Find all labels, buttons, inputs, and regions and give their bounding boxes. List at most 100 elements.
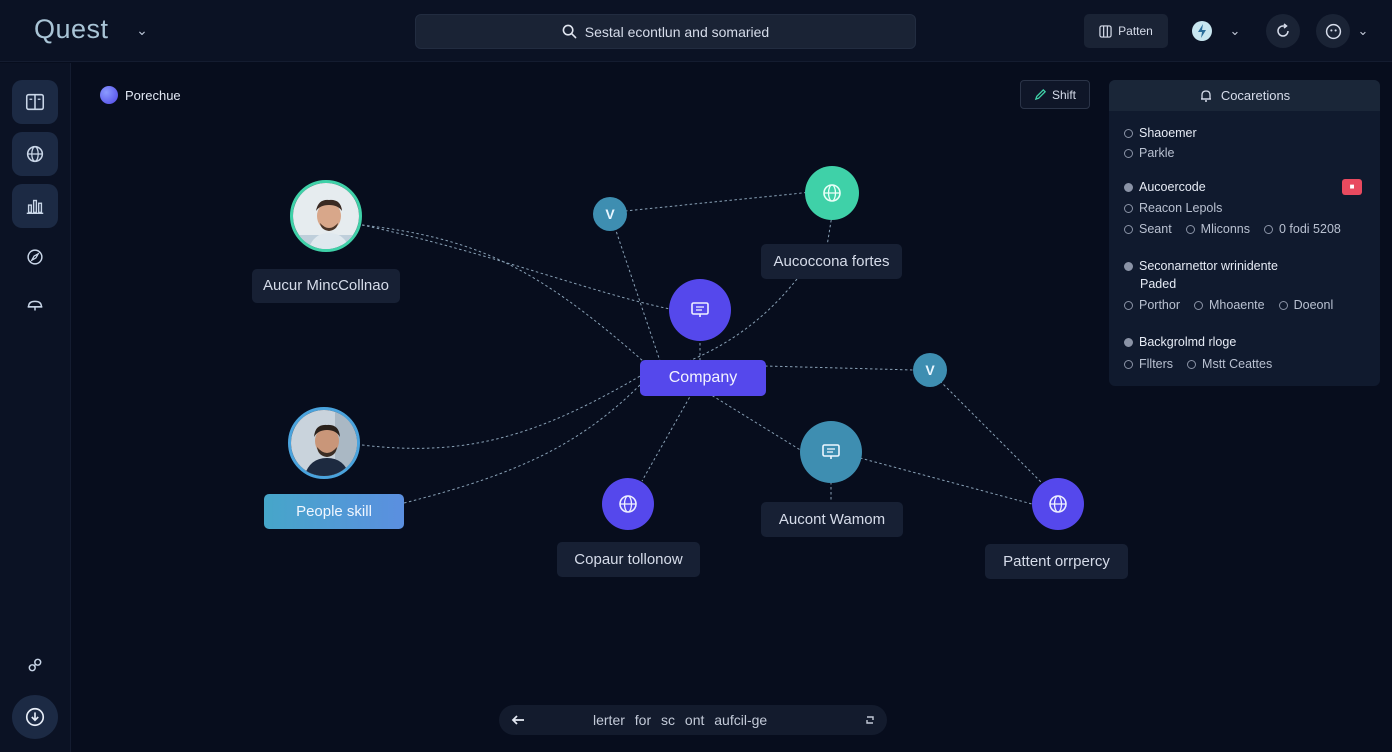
panel-item-row: Porthor Mhoaente Doeonl: [1124, 298, 1333, 312]
chevron-down-icon[interactable]: ⌄: [1354, 22, 1372, 40]
panel-option[interactable]: Mhoaente: [1209, 298, 1265, 312]
search-icon: [562, 24, 577, 39]
radio-icon: [1124, 182, 1133, 192]
radio-icon: [1124, 224, 1133, 234]
globe-icon: [1049, 495, 1067, 513]
monitor-icon: [691, 302, 709, 317]
search-text: Sestal econtlun and somaried: [584, 23, 770, 40]
panel-option[interactable]: Seant: [1139, 222, 1172, 236]
small-node[interactable]: V: [913, 353, 947, 387]
globe-icon: [26, 145, 44, 163]
shift-label: Shift: [1051, 87, 1076, 102]
teal-node[interactable]: [805, 166, 859, 220]
node-label-person[interactable]: Aucur MincCollnao: [252, 269, 400, 303]
panel-option[interactable]: Porthor: [1139, 298, 1180, 312]
panel-option[interactable]: 0 fodi 5208: [1279, 222, 1341, 236]
panel-item[interactable]: Parkle: [1124, 146, 1174, 160]
radio-icon: [1124, 148, 1133, 158]
pencil-icon: [1034, 88, 1047, 101]
violet-node[interactable]: [1032, 478, 1084, 530]
grid-icon: [1099, 24, 1112, 38]
blue-node[interactable]: [800, 421, 862, 483]
chevron-down-icon[interactable]: ⌄: [132, 20, 152, 40]
app-root: Quest ⌄ Sestal econtlun and somaried Pat…: [0, 0, 1392, 752]
cloud-icon: [27, 300, 43, 311]
radio-icon: [1194, 300, 1203, 310]
brand-name: Quest: [34, 14, 109, 44]
rail-item-chart[interactable]: [12, 184, 58, 228]
bottom-command-bar[interactable]: lerter for sc ont aufcil-ge: [499, 705, 887, 735]
top-bar: Quest ⌄ Sestal econtlun and somaried Pat…: [0, 0, 1392, 62]
radio-icon: [1124, 300, 1133, 310]
top-action-label: Patten: [1118, 24, 1153, 38]
search-bar[interactable]: Sestal econtlun and somaried: [415, 14, 916, 49]
small-node[interactable]: V: [593, 197, 627, 231]
status-toggle[interactable]: [1190, 19, 1214, 43]
user-icon: [1325, 23, 1341, 39]
bar-chart-icon: [26, 199, 44, 215]
rail-item-compass[interactable]: [12, 235, 58, 279]
rail-item-book[interactable]: [12, 80, 58, 124]
avatar[interactable]: [288, 407, 360, 479]
panel-title: Cocaretions: [1220, 88, 1291, 103]
monitor-icon: [822, 444, 840, 459]
panel-option[interactable]: Mliconns: [1201, 222, 1250, 236]
avatar[interactable]: [290, 180, 362, 252]
panel-item-row: Fllters Mstt Ceattes: [1124, 357, 1272, 371]
panel-header: Cocaretions: [1109, 80, 1380, 111]
node-label-bottom-mid[interactable]: Copaur tollonow: [557, 542, 700, 577]
panel-section-title[interactable]: Seconarnettor wrinidente: [1124, 259, 1278, 273]
rail-item-globe[interactable]: [12, 132, 58, 176]
chevron-down-icon[interactable]: ⌄: [1226, 22, 1244, 40]
radio-icon: [1187, 359, 1197, 369]
bottom-bar-text: lerter for sc ont aufcil-ge: [593, 712, 768, 728]
rail-item-download[interactable]: [12, 695, 58, 739]
link-icon: [28, 658, 42, 672]
panel-item-row: Seant Mliconns 0 fodi 5208: [1124, 222, 1341, 236]
bolt-badge-icon: [1192, 21, 1212, 41]
globe-icon: [619, 495, 637, 513]
history-button[interactable]: [1266, 14, 1300, 48]
radio-icon: [1124, 203, 1133, 213]
radio-icon: [1278, 300, 1288, 310]
panel-item[interactable]: Reacon Lepols: [1124, 201, 1222, 215]
panel-option[interactable]: Doeonl: [1294, 298, 1334, 312]
central-node-label[interactable]: Company: [640, 360, 766, 396]
panel-section-title[interactable]: Aucoercode: [1124, 180, 1206, 194]
profile-button[interactable]: [1316, 14, 1350, 48]
compass-icon: [27, 249, 43, 265]
panel-item[interactable]: Paded: [1140, 277, 1176, 291]
node-label-top-right[interactable]: Aucoccona fortes: [761, 244, 902, 279]
panel-section-title[interactable]: Shaoemer: [1124, 126, 1197, 140]
v-glyph: V: [925, 362, 935, 378]
radio-icon: [1124, 261, 1133, 271]
status-badge: ■: [1342, 179, 1362, 195]
panel-option[interactable]: Mstt Ceattes: [1202, 357, 1272, 371]
download-circle-icon: [25, 707, 45, 727]
book-icon: [25, 93, 45, 111]
refresh-icon: [1277, 23, 1289, 37]
radio-icon: [1264, 224, 1273, 234]
node-label-far-right[interactable]: Pattent orrpercy: [985, 544, 1128, 579]
radio-icon: [1124, 359, 1133, 369]
shift-button[interactable]: Shift: [1020, 80, 1090, 109]
radio-icon: [1124, 128, 1133, 138]
violet-node[interactable]: [602, 478, 654, 530]
left-rail: [0, 63, 71, 752]
v-glyph: V: [605, 206, 615, 222]
rail-item-link[interactable]: [12, 643, 58, 687]
bell-icon: [1200, 89, 1211, 102]
node-label-mid-bottom[interactable]: Aucont Wamom: [761, 502, 903, 537]
expand-icon[interactable]: [863, 713, 877, 727]
top-action-button[interactable]: Patten: [1084, 14, 1168, 48]
globe-icon: [823, 184, 841, 202]
node-label-people[interactable]: People skill: [264, 494, 404, 529]
arrow-left-icon[interactable]: [509, 711, 527, 729]
panel-section-title[interactable]: Backgrolmd rloge: [1124, 335, 1236, 349]
radio-icon: [1185, 224, 1195, 234]
connections-panel: Cocaretions Shaoemer Parkle Aucoercode ■…: [1109, 80, 1380, 386]
panel-option[interactable]: Fllters: [1139, 357, 1173, 371]
radio-icon: [1124, 337, 1133, 347]
rail-item-cloud[interactable]: [12, 283, 58, 327]
company-hub-node[interactable]: [669, 279, 731, 341]
